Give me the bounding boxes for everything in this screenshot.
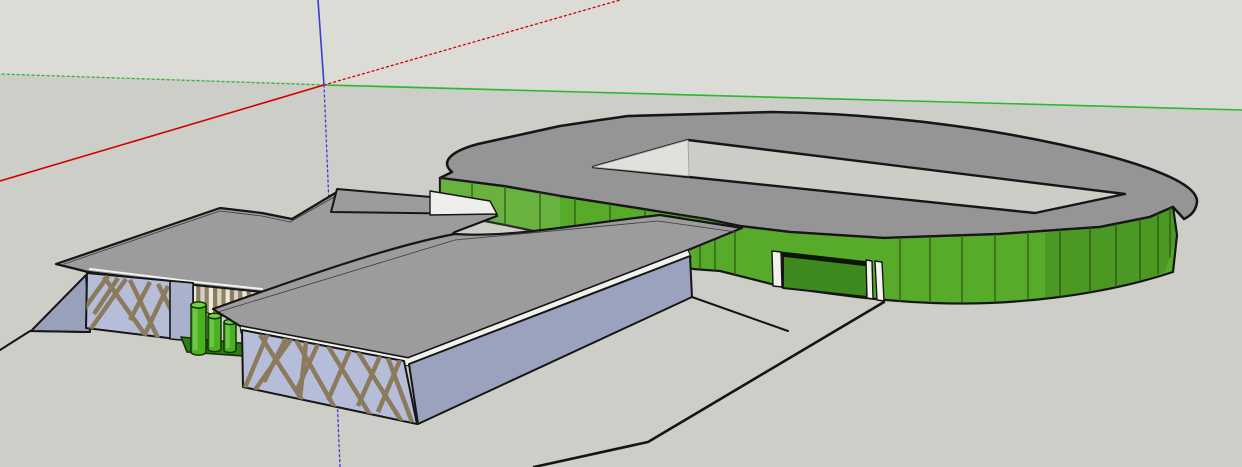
- green-cylinder-1: [191, 302, 206, 355]
- model-viewport[interactable]: [0, 0, 1242, 467]
- entrance-post-left: [772, 251, 782, 287]
- entrance-post-right-a: [866, 260, 873, 299]
- green-cylinder-2: [208, 313, 221, 351]
- rear-pavilion-corner-column: [170, 281, 193, 341]
- entrance-post-right-b: [875, 261, 884, 301]
- green-cylinder-3: [224, 319, 236, 352]
- viewport-3d-scene[interactable]: [0, 0, 1242, 467]
